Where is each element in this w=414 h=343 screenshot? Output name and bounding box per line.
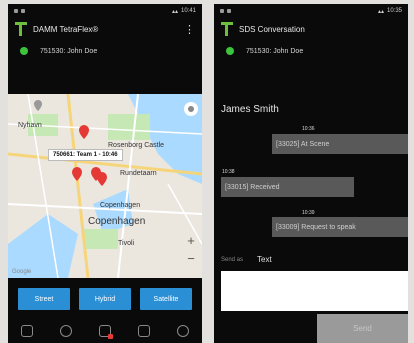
map-screen: ▴▴ 10:41 DAMM TetraFlex® ⋮ 751530: John D…: [8, 4, 202, 343]
online-status-icon: [20, 47, 28, 55]
group-call-icon[interactable]: [98, 324, 113, 339]
user-line: 751530: John Doe: [40, 47, 98, 55]
google-logo: Google: [12, 269, 32, 275]
send-as-label: Send as: [221, 256, 244, 263]
contact-name: James Smith: [221, 104, 279, 115]
zoom-in-icon[interactable]: +: [184, 234, 198, 248]
message-time: 10:39: [302, 210, 315, 216]
signal-icon: ▴▴: [171, 8, 178, 15]
app-title: DAMM TetraFlex®: [33, 24, 99, 34]
tetraflex-logo-icon: [221, 21, 233, 37]
message-input[interactable]: [221, 271, 408, 311]
map-label: Rosenborg Castle: [108, 142, 165, 149]
signal-icon: ▴▴: [377, 8, 384, 15]
app-title: SDS Conversation: [239, 24, 305, 34]
map-view[interactable]: 750661: Team 1 - 10:46 Nyhavn Rosenborg …: [8, 94, 202, 278]
message-time: 10:38: [222, 169, 235, 175]
tetraflex-logo-icon: [15, 21, 27, 37]
message-bubble-incoming[interactable]: [33015] Received: [221, 177, 354, 197]
message-bubble-outgoing[interactable]: [33025] At Scene: [272, 134, 408, 154]
overflow-menu-icon[interactable]: ⋮: [184, 23, 195, 36]
app-bar: DAMM TetraFlex® ⋮: [8, 18, 202, 40]
map-type-bar: Street Hybrid Satellite: [8, 288, 202, 310]
unit-callout[interactable]: 750661: Team 1 - 10:46: [48, 149, 123, 161]
user-status-row: 751530: John Doe: [8, 40, 202, 62]
notification-icon: [21, 9, 25, 13]
call-icon[interactable]: [60, 324, 73, 337]
notification-icon: [14, 9, 18, 13]
send-as-row[interactable]: Send as Text: [221, 255, 272, 264]
hybrid-button[interactable]: Hybrid: [79, 288, 131, 310]
zoom-out-icon[interactable]: −: [184, 252, 198, 266]
user-status-row: 751530: John Doe: [214, 40, 408, 62]
user-line: 751530: John Doe: [246, 47, 304, 55]
map-label: Nyhavn: [18, 122, 42, 129]
status-bar: ▴▴ 10:35: [214, 4, 408, 18]
status-bar: ▴▴ 10:41: [8, 4, 202, 18]
map-label: Copenhagen: [88, 216, 146, 227]
notification-icon: [220, 9, 224, 13]
message-icon[interactable]: [137, 324, 150, 337]
bottom-nav: [8, 318, 202, 343]
shield-icon[interactable]: [21, 324, 34, 337]
map-label: Copenhagen: [100, 202, 141, 209]
notification-icon: [227, 9, 231, 13]
street-button[interactable]: Street: [18, 288, 70, 310]
status-time: 10:35: [386, 8, 402, 14]
status-time: 10:41: [180, 8, 196, 14]
message-time: 10:36: [302, 126, 315, 132]
satellite-button[interactable]: Satellite: [140, 288, 192, 310]
online-status-icon: [226, 47, 234, 55]
send-as-select[interactable]: Text: [257, 255, 272, 264]
message-bubble-outgoing[interactable]: [33009] Request to speak: [272, 217, 408, 237]
app-bar: SDS Conversation: [214, 18, 408, 40]
map-label: Tivoli: [118, 240, 135, 247]
sds-conversation-screen: ▴▴ 10:35 SDS Conversation 751530: John Do…: [214, 4, 408, 343]
send-button[interactable]: Send: [317, 314, 408, 343]
globe-icon[interactable]: [176, 324, 189, 337]
my-location-icon[interactable]: [184, 102, 198, 116]
map-label: Rundetaarn: [120, 170, 157, 177]
